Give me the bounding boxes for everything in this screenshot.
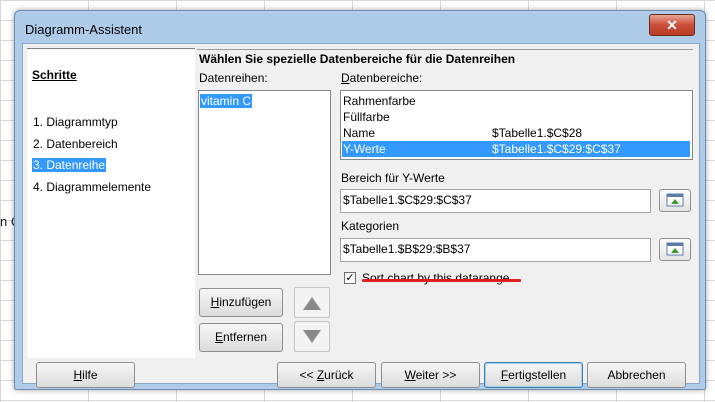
range-role: Füllfarbe <box>343 110 390 124</box>
range-value: $Tabelle1.$C$28 <box>492 126 583 140</box>
range-role: Rahmenfarbe <box>343 94 416 108</box>
page-heading: Wählen Sie spezielle Datenbereiche für d… <box>199 52 516 66</box>
help-button[interactable]: Hilfe <box>36 362 135 388</box>
steps-title: Schritte <box>32 68 77 82</box>
data-series-list[interactable]: vitamin C <box>198 90 331 275</box>
categories-label: Kategorien <box>341 219 400 233</box>
y-range-label: Bereich für Y-Werte <box>341 171 445 185</box>
range-row-name[interactable]: Name $Tabelle1.$C$28 <box>342 125 690 141</box>
title-bar[interactable]: Diagramm-Assistent ✕ <box>15 11 705 45</box>
step-chart-elements[interactable]: 4. Diagrammelemente <box>32 180 152 194</box>
steps-panel: Schritte 1. Diagrammtyp 2. Datenbereich … <box>27 48 195 358</box>
window-title: Diagramm-Assistent <box>25 22 143 37</box>
remove-series-button[interactable]: Entfernen <box>199 323 283 352</box>
range-value: $Tabelle1.$C$29:$C$37 <box>492 142 621 156</box>
data-ranges-label: Datenbereiche: <box>341 71 423 85</box>
select-y-range-button[interactable] <box>659 189 691 212</box>
range-row-y-values[interactable]: Y-Werte $Tabelle1.$C$29:$C$37 <box>342 141 690 157</box>
sort-checkbox-label[interactable]: Sort chart by this datarange <box>362 271 509 285</box>
series-item-vitamin-c[interactable]: vitamin C <box>200 94 253 108</box>
data-ranges-list[interactable]: Rahmenfarbe Füllfarbe Name $Tabelle1.$C$… <box>340 90 693 160</box>
arrow-up-icon <box>303 297 321 310</box>
categories-input[interactable]: $Tabelle1.$B$29:$B$37 <box>340 238 651 262</box>
y-range-input[interactable]: $Tabelle1.$C$29:$C$37 <box>340 189 651 213</box>
move-down-button[interactable] <box>294 321 330 352</box>
range-row-border-color[interactable]: Rahmenfarbe <box>342 93 690 109</box>
move-up-button[interactable] <box>294 287 330 318</box>
arrow-down-icon <box>303 330 321 343</box>
dialog-body: Schritte 1. Diagrammtyp 2. Datenbereich … <box>22 43 700 388</box>
step-chart-type[interactable]: 1. Diagrammtyp <box>32 115 119 129</box>
add-series-button[interactable]: Hinzufügen <box>199 288 283 317</box>
finish-button[interactable]: Fertigstellen <box>484 362 583 388</box>
shrink-range-icon <box>666 193 684 207</box>
next-button[interactable]: Weiter >> <box>381 362 480 388</box>
range-role: Name <box>343 126 376 140</box>
cancel-button[interactable]: Abbrechen <box>587 362 686 388</box>
close-button[interactable]: ✕ <box>649 14 695 36</box>
back-button[interactable]: << Zurück <box>277 362 376 388</box>
select-categories-button[interactable] <box>659 238 691 261</box>
range-row-fill-color[interactable]: Füllfarbe <box>342 109 690 125</box>
close-icon: ✕ <box>666 17 678 33</box>
range-role: Y-Werte <box>343 142 386 156</box>
sort-checkbox[interactable]: ✓ <box>344 272 356 284</box>
heading-divider <box>197 49 693 50</box>
data-series-label: Datenreihen: <box>199 71 268 85</box>
checkmark-icon: ✓ <box>345 272 355 284</box>
chart-wizard-dialog: Diagramm-Assistent ✕ Schritte 1. Diagram… <box>14 10 706 390</box>
step-data-series[interactable]: 3. Datenreihe <box>32 158 107 172</box>
step-data-range[interactable]: 2. Datenbereich <box>32 137 119 151</box>
spellcheck-underline <box>362 279 521 282</box>
shrink-range-icon <box>666 242 684 256</box>
